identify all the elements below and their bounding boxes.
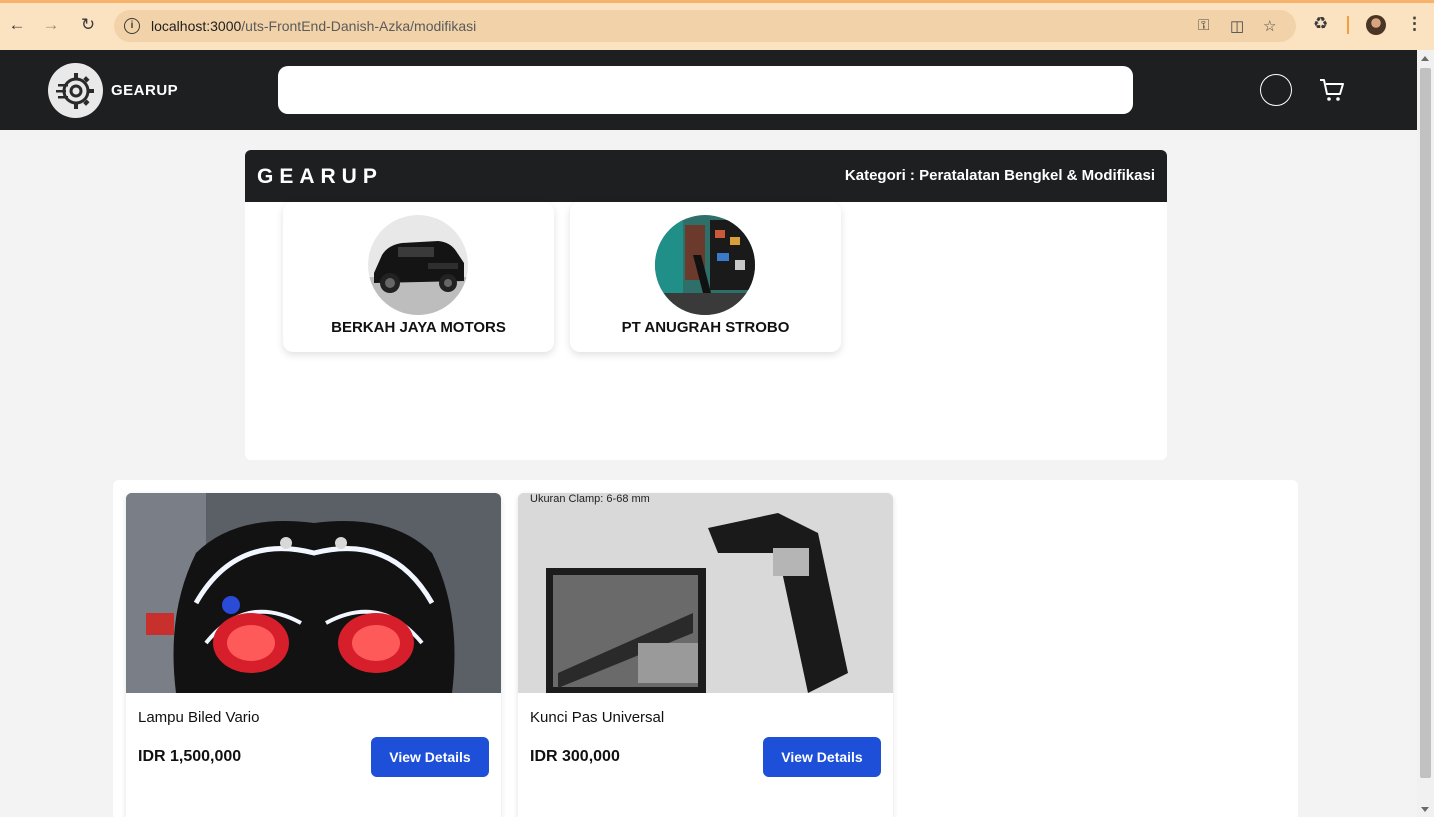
product-price: IDR 1,500,000 — [138, 748, 242, 765]
gear-logo-icon[interactable] — [48, 63, 103, 118]
site-brand[interactable]: GEARUP — [111, 82, 178, 99]
forward-icon[interactable]: → — [40, 14, 62, 36]
cart-icon[interactable] — [1319, 78, 1345, 107]
scroll-down-arrow[interactable] — [1421, 807, 1429, 812]
key-icon[interactable]: ⚿ — [1198, 17, 1209, 34]
shop-name: BERKAH JAYA MOTORS — [331, 319, 506, 336]
category-panel: GEARUP Kategori : Peratalatan Bengkel & … — [245, 150, 1167, 460]
page-scrollbar[interactable] — [1417, 50, 1434, 817]
category-label: Kategori : Peratalatan Bengkel & Modifik… — [844, 167, 1155, 184]
product-price: IDR 300,000 — [530, 748, 620, 765]
menu-kebab-icon[interactable]: ⋮ — [1406, 14, 1423, 34]
extensions-icon[interactable]: ♻ — [1313, 14, 1328, 34]
shop-card[interactable]: BERKAH JAYA MOTORS — [283, 202, 554, 352]
toolbar-divider — [1347, 16, 1349, 34]
scroll-thumb[interactable] — [1420, 68, 1431, 778]
user-account-icon[interactable] — [1260, 74, 1292, 106]
product-image-wrench: Ukuran Clamp: 6-68 mm — [518, 493, 893, 693]
search-input[interactable] — [278, 66, 1133, 114]
view-details-button[interactable]: View Details — [371, 737, 489, 777]
profile-avatar[interactable] — [1366, 15, 1386, 35]
site-header: GEARUP — [0, 50, 1417, 130]
shop-name: PT ANUGRAH STROBO — [621, 319, 790, 336]
url-host: localhost:3000 — [151, 18, 242, 34]
product-image-headlamp — [126, 493, 501, 693]
tab-strip-edge — [0, 0, 1434, 3]
product-card[interactable]: Ukuran Clamp: 6-68 mm Kunci Pas Universa… — [518, 493, 893, 817]
browser-toolbar: ← → ↻ i localhost:3000/uts-FrontEnd-Dani… — [0, 0, 1434, 50]
category-header-bar: GEARUP Kategori : Peratalatan Bengkel & … — [245, 150, 1167, 202]
shop-avatar-car — [368, 215, 468, 315]
view-details-button[interactable]: View Details — [763, 737, 881, 777]
product-image-caption: Ukuran Clamp: 6-68 mm — [530, 493, 650, 505]
category-brand: GEARUP — [257, 165, 383, 188]
product-card[interactable]: Lampu Biled Vario IDR 1,500,000 View Det… — [126, 493, 501, 817]
address-bar[interactable]: i localhost:3000/uts-FrontEnd-Danish-Azk… — [114, 10, 1296, 42]
scroll-up-arrow[interactable] — [1421, 56, 1429, 61]
site-info-icon[interactable]: i — [124, 18, 140, 34]
product-name[interactable]: Lampu Biled Vario — [138, 709, 259, 726]
url-path: /uts-FrontEnd-Danish-Azka/modifikasi — [241, 18, 477, 34]
reload-icon[interactable]: ↻ — [77, 14, 99, 36]
install-app-icon[interactable]: ◫ — [1230, 17, 1244, 35]
back-icon[interactable]: ← — [6, 14, 28, 36]
shop-card[interactable]: PT ANUGRAH STROBO — [570, 202, 841, 352]
bookmark-star-icon[interactable]: ☆ — [1263, 17, 1276, 35]
url-text[interactable]: localhost:3000/uts-FrontEnd-Danish-Azka/… — [151, 18, 476, 34]
shop-avatar-store — [655, 215, 755, 315]
product-name[interactable]: Kunci Pas Universal — [530, 709, 664, 726]
product-panel: Lampu Biled Vario IDR 1,500,000 View Det… — [113, 480, 1298, 817]
